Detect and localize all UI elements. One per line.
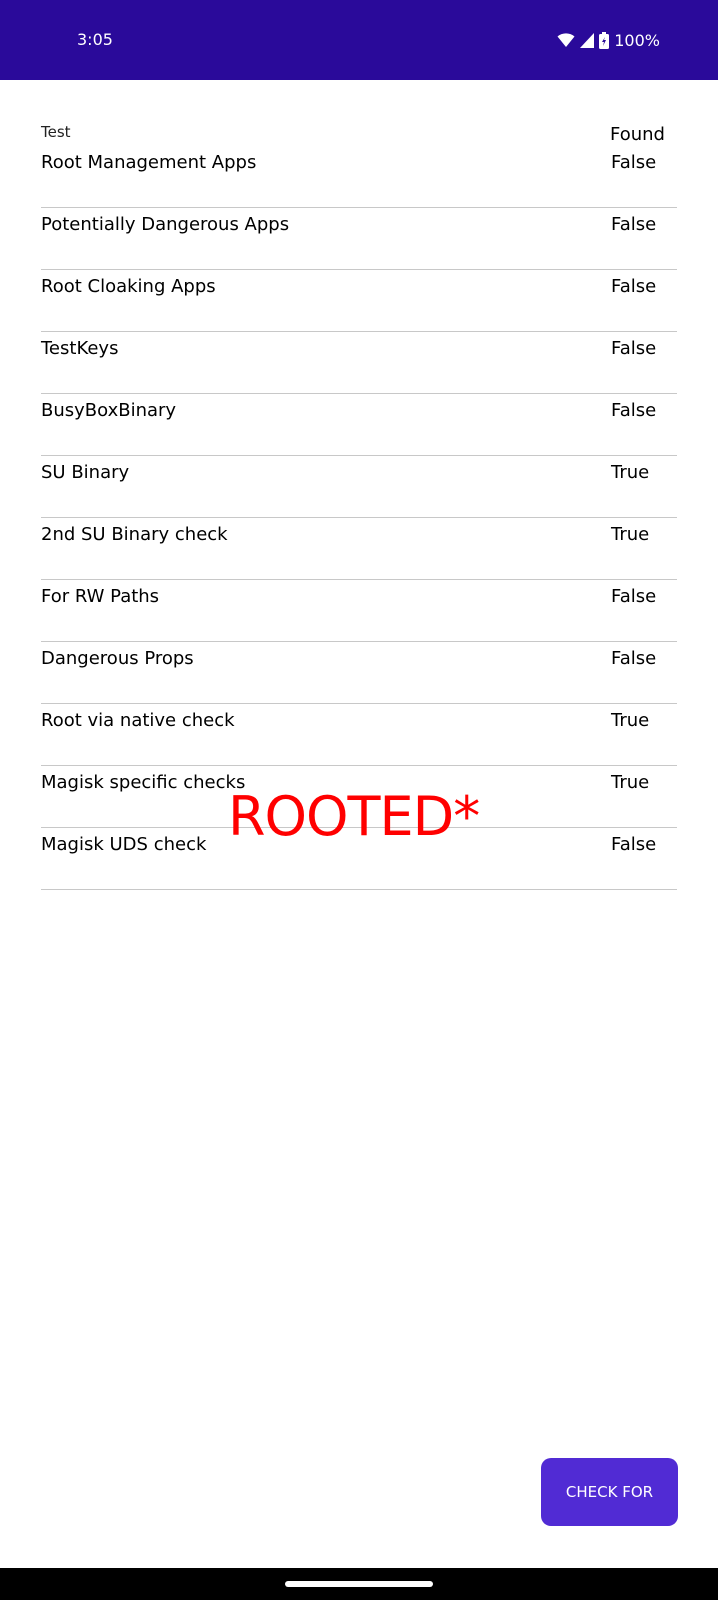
table-row: SU Binary True [41,456,677,518]
test-name: TestKeys [41,338,119,359]
test-name: Root via native check [41,710,235,731]
status-bar: 3:05 100% [0,0,718,80]
test-result: False [611,338,657,359]
test-result: False [611,648,657,669]
test-name: For RW Paths [41,586,160,607]
table-row: 2nd SU Binary check True [41,518,677,580]
check-for-root-button[interactable]: CHECK FOR [541,1458,678,1526]
test-result: False [611,152,657,173]
status-icons: 100% [557,29,660,51]
column-header-found: Found [610,124,665,145]
test-result: True [611,710,650,731]
navigation-bar [0,1568,718,1600]
test-result: True [611,772,650,793]
test-name: 2nd SU Binary check [41,524,228,545]
test-result: False [611,586,657,607]
test-name: Root Cloaking Apps [41,276,216,297]
home-gesture-handle[interactable] [285,1581,433,1587]
table-row: BusyBoxBinary False [41,394,677,456]
test-name: Root Management Apps [41,152,257,173]
table-row: Root Cloaking Apps False [41,270,677,332]
table-row: For RW Paths False [41,580,677,642]
test-name: SU Binary [41,462,130,483]
test-name: Magisk UDS check [41,834,207,855]
test-result: False [611,214,657,235]
test-result: False [611,834,657,855]
wifi-icon [557,33,575,47]
cellular-signal-icon [580,32,595,48]
test-result: False [611,400,657,421]
table-row: Root via native check True [41,704,677,766]
test-name: Dangerous Props [41,648,194,669]
table-row: Root Management Apps False [41,146,677,208]
column-header-test: Test [41,123,71,141]
test-result: False [611,276,657,297]
test-name: Magisk specific checks [41,772,246,793]
test-name: Potentially Dangerous Apps [41,214,290,235]
battery-percentage: 100% [614,30,660,50]
test-result: True [611,462,650,483]
battery-icon [599,31,610,49]
table-row: TestKeys False [41,332,677,394]
status-time: 3:05 [77,30,113,49]
test-result: True [611,524,650,545]
table-row: Potentially Dangerous Apps False [41,208,677,270]
root-status-verdict: ROOTED* [228,785,480,848]
results-table: Root Management Apps False Potentially D… [41,146,677,890]
table-row: Dangerous Props False [41,642,677,704]
test-name: BusyBoxBinary [41,400,177,421]
